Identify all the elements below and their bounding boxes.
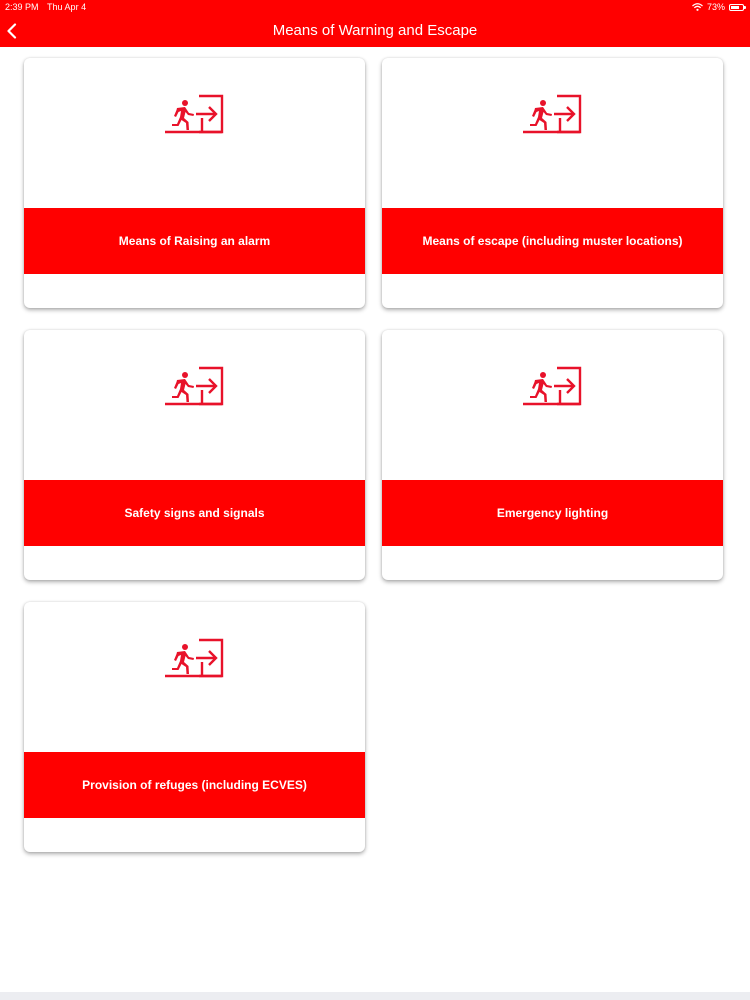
- emergency-exit-icon: [164, 365, 224, 407]
- card-label: Provision of refuges (including ECVES): [82, 778, 307, 792]
- emergency-exit-icon: [522, 93, 582, 135]
- chevron-left-icon: [7, 23, 17, 39]
- card-label-band: Means of escape (including muster locati…: [382, 208, 723, 274]
- page-title: Means of Warning and Escape: [272, 22, 478, 39]
- menu-card-5[interactable]: Provision of refuges (including ECVES): [24, 602, 365, 852]
- card-label-band: Safety signs and signals: [24, 480, 365, 546]
- navigation-bar: Means of Warning and Escape: [0, 14, 750, 47]
- card-grid: Means of Raising an alarm Means of escap…: [24, 58, 724, 852]
- card-label: Means of escape (including muster locati…: [422, 234, 683, 248]
- menu-card-3[interactable]: Safety signs and signals: [24, 330, 365, 580]
- home-indicator-bar: [0, 992, 750, 1000]
- battery-icon: [729, 3, 746, 11]
- card-label-band: Provision of refuges (including ECVES): [24, 752, 365, 818]
- card-label-band: Means of Raising an alarm: [24, 208, 365, 274]
- battery-fill: [731, 5, 739, 9]
- menu-card-4[interactable]: Emergency lighting: [382, 330, 723, 580]
- back-button[interactable]: [2, 18, 24, 44]
- status-time: 2:39 PM: [5, 2, 39, 12]
- status-bar: 2:39 PM Thu Apr 4 73%: [0, 0, 750, 14]
- menu-card-2[interactable]: Means of escape (including muster locati…: [382, 58, 723, 308]
- card-label: Means of Raising an alarm: [118, 234, 271, 248]
- battery-percent: 73%: [706, 2, 725, 12]
- emergency-exit-icon: [522, 365, 582, 407]
- emergency-exit-icon: [164, 637, 224, 679]
- menu-card-1[interactable]: Means of Raising an alarm: [24, 58, 365, 308]
- status-date: Thu Apr 4: [47, 2, 87, 12]
- wifi-icon: [692, 3, 703, 11]
- card-label: Safety signs and signals: [124, 506, 265, 520]
- emergency-exit-icon: [164, 93, 224, 135]
- status-left: 2:39 PM Thu Apr 4: [5, 0, 86, 14]
- card-label: Emergency lighting: [496, 506, 609, 520]
- status-right: 73%: [692, 0, 746, 14]
- card-label-band: Emergency lighting: [382, 480, 723, 546]
